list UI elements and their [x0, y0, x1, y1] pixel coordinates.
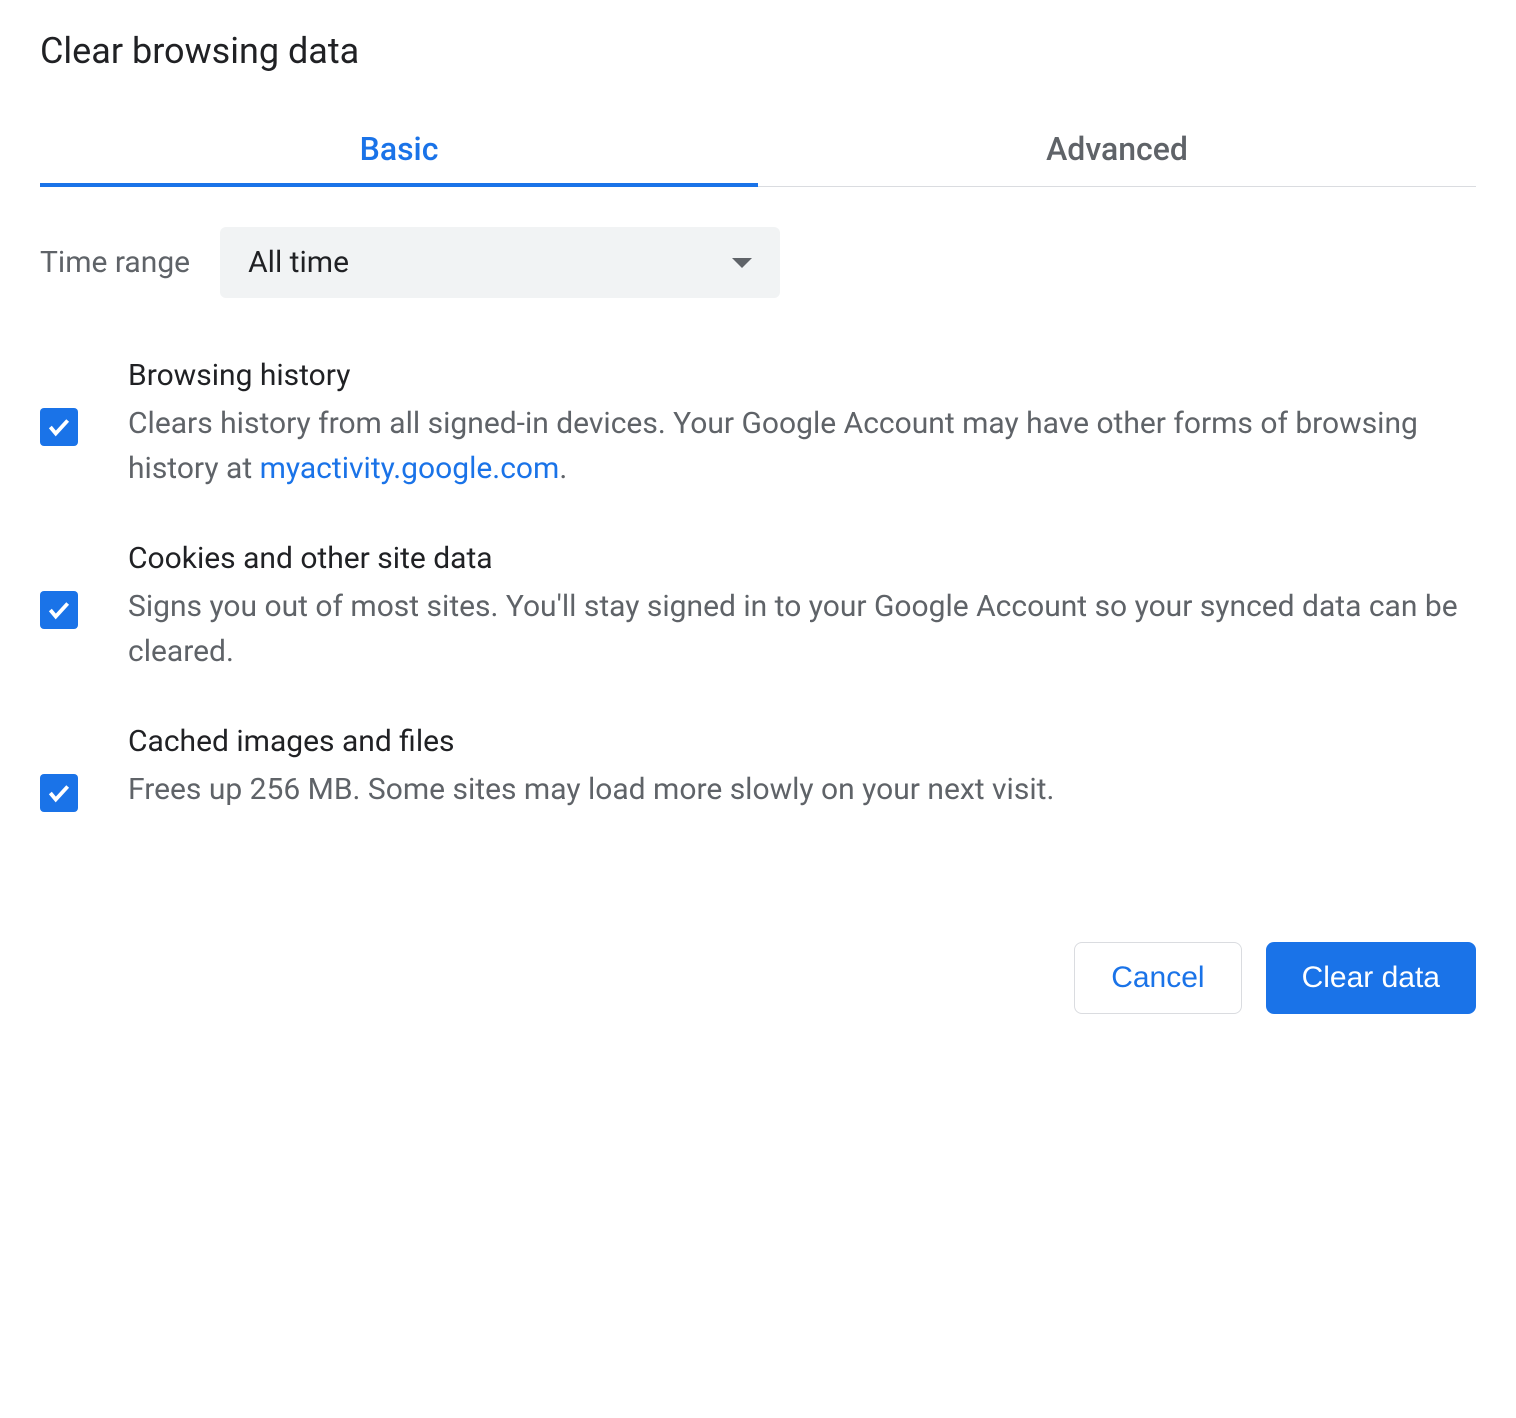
check-icon [46, 414, 72, 440]
checkbox-cookies[interactable] [40, 591, 78, 629]
option-browsing-history: Browsing history Clears history from all… [40, 358, 1476, 491]
cancel-button[interactable]: Cancel [1074, 942, 1241, 1014]
check-icon [46, 597, 72, 623]
dialog-actions: Cancel Clear data [40, 942, 1476, 1014]
checkbox-browsing-history[interactable] [40, 408, 78, 446]
tab-basic[interactable]: Basic [40, 112, 758, 186]
check-icon [46, 780, 72, 806]
option-content: Cookies and other site data Signs you ou… [128, 541, 1476, 674]
time-range-value: All time [248, 245, 349, 280]
option-cookies: Cookies and other site data Signs you ou… [40, 541, 1476, 674]
time-range-select[interactable]: All time [220, 227, 780, 298]
option-title: Cookies and other site data [128, 541, 1476, 576]
option-cache: Cached images and files Frees up 256 MB.… [40, 724, 1476, 812]
options-list: Browsing history Clears history from all… [40, 358, 1476, 812]
clear-data-button[interactable]: Clear data [1266, 942, 1476, 1014]
tab-advanced[interactable]: Advanced [758, 112, 1476, 186]
myactivity-link[interactable]: myactivity.google.com [260, 451, 560, 486]
option-description: Clears history from all signed-in device… [128, 401, 1476, 491]
chevron-down-icon [732, 258, 752, 268]
option-description: Signs you out of most sites. You'll stay… [128, 584, 1476, 674]
time-range-label: Time range [40, 245, 190, 280]
option-description: Frees up 256 MB. Some sites may load mor… [128, 767, 1476, 812]
checkbox-cache[interactable] [40, 774, 78, 812]
option-title: Browsing history [128, 358, 1476, 393]
tabs: Basic Advanced [40, 112, 1476, 187]
option-content: Browsing history Clears history from all… [128, 358, 1476, 491]
time-range-row: Time range All time [40, 227, 1476, 298]
option-content: Cached images and files Frees up 256 MB.… [128, 724, 1476, 812]
clear-browsing-data-dialog: Clear browsing data Basic Advanced Time … [40, 30, 1476, 1014]
dialog-title: Clear browsing data [40, 30, 1476, 72]
option-title: Cached images and files [128, 724, 1476, 759]
